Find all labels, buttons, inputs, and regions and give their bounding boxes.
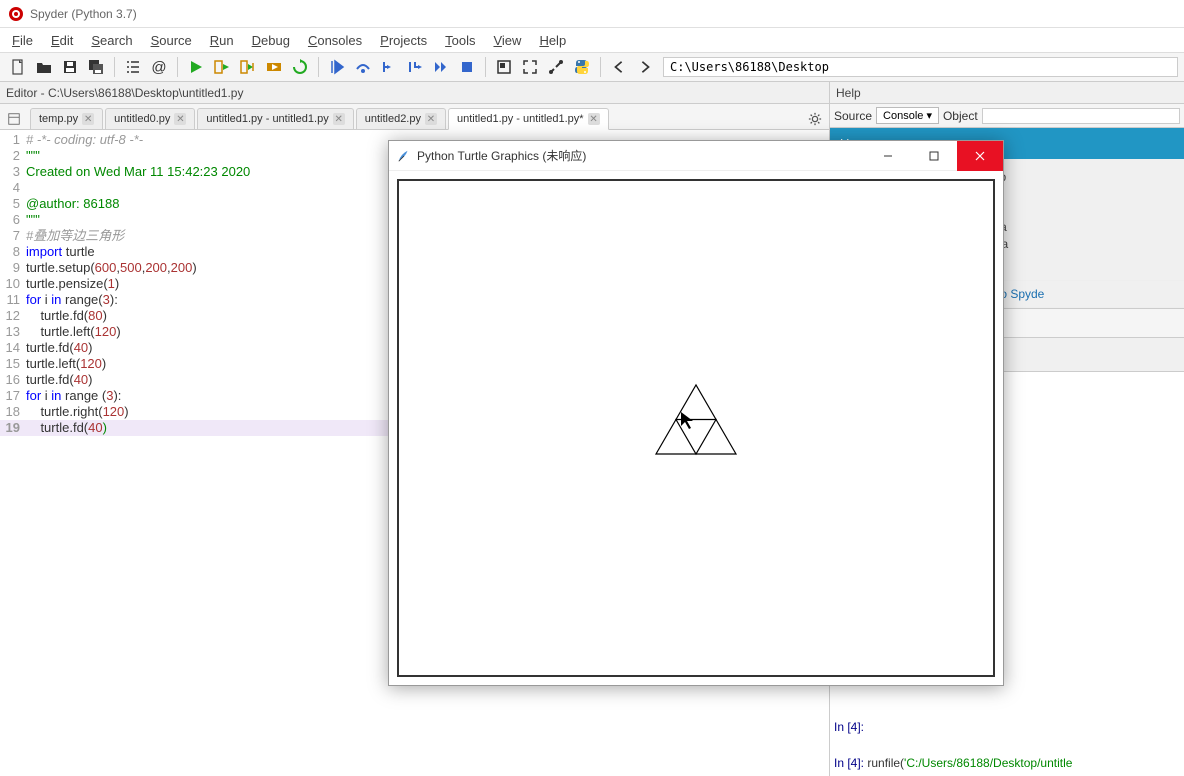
step-into-icon[interactable]: [377, 55, 401, 79]
save-all-icon[interactable]: [84, 55, 108, 79]
close-icon[interactable]: ✕: [588, 113, 600, 125]
editor-header: Editor - C:\Users\86188\Desktop\untitled…: [0, 82, 829, 104]
editor-tab[interactable]: untitled2.py✕: [356, 108, 446, 129]
menu-view[interactable]: View: [485, 30, 529, 51]
menu-file[interactable]: File: [4, 30, 41, 51]
maximize-button[interactable]: [911, 141, 957, 171]
source-label: Source: [834, 109, 872, 123]
maximize-pane-icon[interactable]: [492, 55, 516, 79]
help-header: Help: [830, 82, 1184, 104]
help-toolbar: Source Console ▾ Object: [830, 104, 1184, 128]
menu-run[interactable]: Run: [202, 30, 242, 51]
list-icon[interactable]: [121, 55, 145, 79]
run-icon[interactable]: [184, 55, 208, 79]
menu-consoles[interactable]: Consoles: [300, 30, 370, 51]
menu-search[interactable]: Search: [83, 30, 140, 51]
app-title: Spyder (Python 3.7): [30, 7, 137, 21]
turtle-title-text: Python Turtle Graphics (未响应): [417, 147, 586, 164]
close-icon[interactable]: ✕: [333, 113, 345, 125]
nav-forward-icon[interactable]: [633, 55, 657, 79]
app-titlebar: Spyder (Python 3.7): [0, 0, 1184, 28]
stop-icon[interactable]: [455, 55, 479, 79]
run-cell-advance-icon[interactable]: [236, 55, 260, 79]
working-dir-input[interactable]: [663, 57, 1178, 77]
object-label: Object: [943, 109, 978, 123]
debug-icon[interactable]: [325, 55, 349, 79]
source-dropdown[interactable]: Console ▾: [876, 107, 939, 124]
rerun-icon[interactable]: [288, 55, 312, 79]
run-cell-icon[interactable]: [210, 55, 234, 79]
python-icon[interactable]: [570, 55, 594, 79]
editor-tab[interactable]: untitled0.py✕: [105, 108, 195, 129]
preferences-icon[interactable]: [544, 55, 568, 79]
editor-tab[interactable]: untitled1.py - untitled1.py✕: [197, 108, 353, 129]
minimize-button[interactable]: [865, 141, 911, 171]
separator: [177, 57, 178, 77]
menu-debug[interactable]: Debug: [244, 30, 298, 51]
editor-tab[interactable]: temp.py✕: [30, 108, 103, 129]
new-file-icon[interactable]: [6, 55, 30, 79]
separator: [485, 57, 486, 77]
feather-icon: [397, 149, 411, 163]
menu-source[interactable]: Source: [143, 30, 200, 51]
step-out-icon[interactable]: [403, 55, 427, 79]
at-icon[interactable]: @: [147, 55, 171, 79]
save-icon[interactable]: [58, 55, 82, 79]
separator: [114, 57, 115, 77]
editor-tab[interactable]: untitled1.py - untitled1.py*✕: [448, 108, 609, 130]
open-file-icon[interactable]: [32, 55, 56, 79]
object-input[interactable]: [982, 108, 1180, 124]
run-selection-icon[interactable]: [262, 55, 286, 79]
nav-back-icon[interactable]: [607, 55, 631, 79]
close-button[interactable]: [957, 141, 1003, 171]
step-over-icon[interactable]: [351, 55, 375, 79]
separator: [318, 57, 319, 77]
gear-icon[interactable]: [805, 109, 825, 129]
main-toolbar: @: [0, 52, 1184, 82]
editor-tabs: temp.py✕untitled0.py✕untitled1.py - unti…: [0, 104, 829, 130]
turtle-window[interactable]: Python Turtle Graphics (未响应): [388, 140, 1004, 686]
close-icon[interactable]: ✕: [425, 113, 437, 125]
spyder-icon: [8, 6, 24, 22]
turtle-canvas: [397, 179, 995, 677]
menu-help[interactable]: Help: [531, 30, 574, 51]
menu-edit[interactable]: Edit: [43, 30, 81, 51]
triangle-drawing: [651, 379, 741, 457]
browse-tabs-icon[interactable]: [4, 109, 24, 129]
menubar: FileEditSearchSourceRunDebugConsolesProj…: [0, 28, 1184, 52]
close-icon[interactable]: ✕: [174, 113, 186, 125]
turtle-titlebar[interactable]: Python Turtle Graphics (未响应): [389, 141, 1003, 171]
close-icon[interactable]: ✕: [82, 113, 94, 125]
fullscreen-icon[interactable]: [518, 55, 542, 79]
continue-icon[interactable]: [429, 55, 453, 79]
separator: [600, 57, 601, 77]
menu-tools[interactable]: Tools: [437, 30, 483, 51]
menu-projects[interactable]: Projects: [372, 30, 435, 51]
